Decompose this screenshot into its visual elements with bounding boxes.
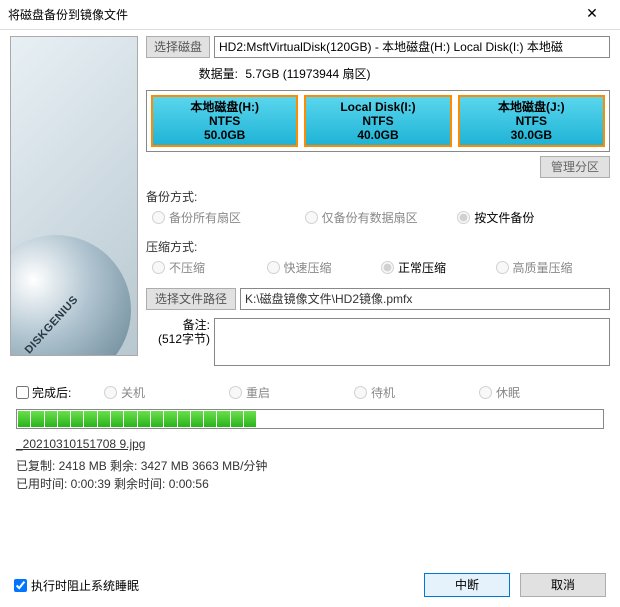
radio-option[interactable]: 关机 (104, 384, 229, 401)
path-field[interactable]: K:\磁盘镜像文件\HD2镜像.pmfx (240, 288, 610, 310)
current-file: _20210310151708 9.jpg (16, 437, 604, 451)
close-icon[interactable]: ✕ (572, 1, 612, 29)
sidebar-image: DISKGENIUS (10, 36, 138, 356)
radio-option[interactable]: 待机 (354, 384, 479, 401)
manage-partitions-button[interactable]: 管理分区 (540, 156, 610, 178)
progress-bar (16, 409, 604, 429)
disk-field[interactable]: HD2:MsftVirtualDisk(120GB) - 本地磁盘(H:) Lo… (214, 36, 610, 58)
radio-option[interactable]: 备份所有扇区 (152, 209, 305, 226)
radio-option[interactable]: 重启 (229, 384, 354, 401)
partition-block[interactable]: 本地磁盘(J:)NTFS30.0GB (458, 95, 605, 147)
data-amount: 数据量: 5.7GB (11973944 扇区) (146, 64, 610, 84)
remark-label: 备注: (512字节) (146, 318, 210, 346)
radio-option[interactable]: 仅备份有数据扇区 (305, 209, 458, 226)
window-title: 将磁盘备份到镜像文件 (8, 6, 572, 23)
backup-mode-label: 备份方式: (146, 188, 610, 205)
backup-mode-radios: 备份所有扇区仅备份有数据扇区按文件备份 (146, 209, 610, 226)
status-line-1: 已复制: 2418 MB 剩余: 3427 MB 3663 MB/分钟 (16, 457, 604, 475)
abort-button[interactable]: 中断 (424, 573, 510, 597)
radio-option[interactable]: 快速压缩 (267, 259, 382, 276)
after-done-checkbox[interactable]: 完成后: (16, 384, 104, 401)
partition-map: 本地磁盘(H:)NTFS50.0GBLocal Disk(I:)NTFS40.0… (146, 90, 610, 152)
status-line-2: 已用时间: 0:00:39 剩余时间: 0:00:56 (16, 475, 604, 493)
after-done-radios: 关机重启待机休眠 (104, 384, 604, 401)
compress-mode-label: 压缩方式: (146, 238, 610, 255)
radio-option[interactable]: 按文件备份 (457, 209, 610, 226)
radio-option[interactable]: 高质量压缩 (496, 259, 611, 276)
radio-option[interactable]: 不压缩 (152, 259, 267, 276)
partition-block[interactable]: 本地磁盘(H:)NTFS50.0GB (151, 95, 298, 147)
prevent-sleep-checkbox[interactable]: 执行时阻止系统睡眠 (14, 577, 414, 594)
titlebar: 将磁盘备份到镜像文件 ✕ (0, 0, 620, 30)
compress-mode-radios: 不压缩快速压缩正常压缩高质量压缩 (146, 259, 610, 276)
radio-option[interactable]: 休眠 (479, 384, 604, 401)
brand-label: DISKGENIUS (23, 294, 81, 356)
radio-option[interactable]: 正常压缩 (381, 259, 496, 276)
select-disk-button[interactable]: 选择磁盘 (146, 36, 210, 58)
remark-textarea[interactable] (214, 318, 610, 366)
select-path-button[interactable]: 选择文件路径 (146, 288, 236, 310)
partition-block[interactable]: Local Disk(I:)NTFS40.0GB (304, 95, 451, 147)
cancel-button[interactable]: 取消 (520, 573, 606, 597)
